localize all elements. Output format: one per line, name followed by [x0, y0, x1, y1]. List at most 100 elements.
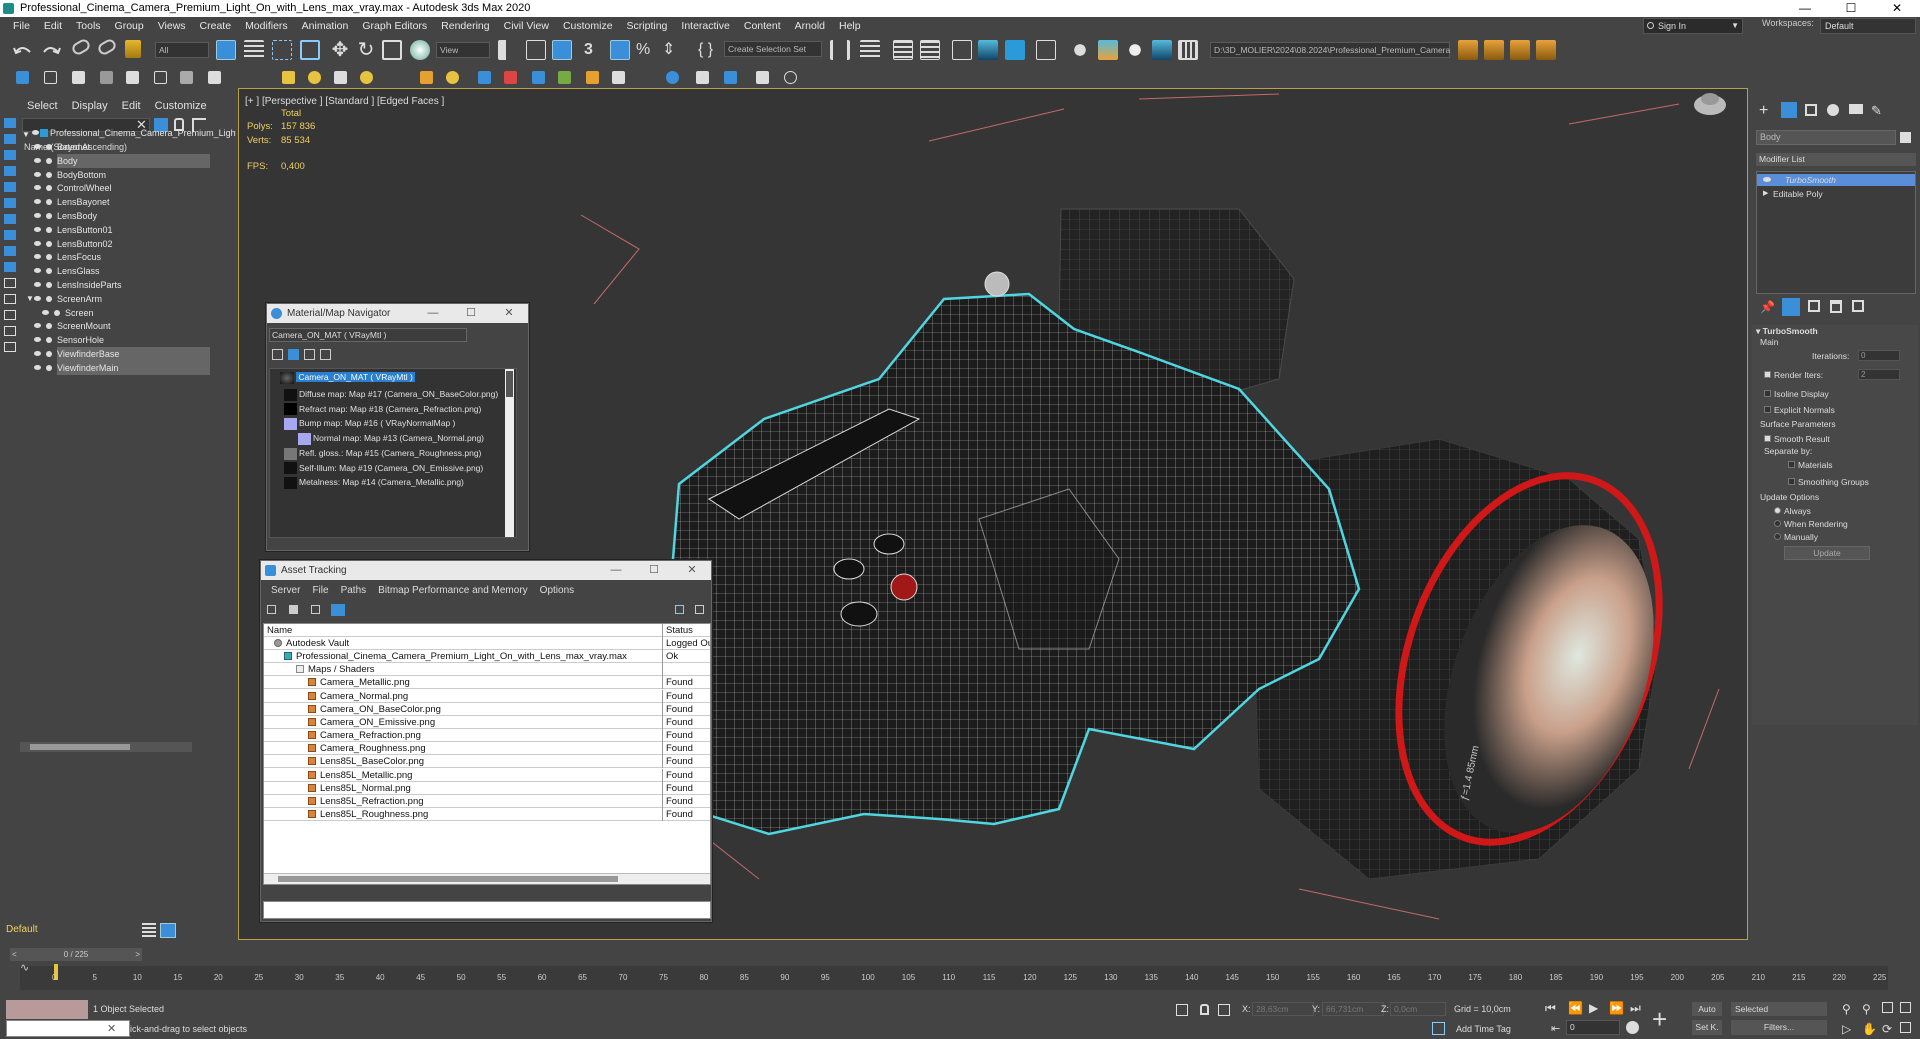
select-object-icon[interactable]: [216, 40, 236, 60]
scene-object-row[interactable]: ScreenMount: [20, 319, 238, 333]
toolbar2-icon-2[interactable]: [44, 71, 57, 84]
material-navigator-maximize[interactable]: ☐: [452, 304, 490, 323]
visibility-eye-icon[interactable]: [34, 157, 41, 163]
undo-redo-icons[interactable]: [12, 42, 72, 62]
visibility-eye-icon[interactable]: [34, 199, 41, 205]
material-scrollbar-thumb[interactable]: [506, 371, 513, 397]
menu-customize[interactable]: Customize: [556, 20, 620, 32]
window-crossing-icon[interactable]: [300, 40, 320, 60]
display-cameras-icon[interactable]: [4, 182, 16, 192]
modifier-eye-icon[interactable]: [1763, 177, 1771, 182]
visibility-eye-icon[interactable]: [34, 323, 41, 329]
visibility-eye-icon[interactable]: [34, 282, 41, 287]
smooth-result-checkbox[interactable]: [1764, 435, 1771, 442]
isolate-selection-icon[interactable]: [1176, 1004, 1188, 1016]
scene-scrollbar[interactable]: [20, 742, 192, 752]
visibility-eye-icon[interactable]: [34, 171, 41, 177]
key-mode-icon[interactable]: ⇤: [1551, 1022, 1560, 1035]
display-invert-icon[interactable]: [4, 294, 16, 304]
display-xrefs-icon[interactable]: [4, 246, 16, 256]
object-name-field[interactable]: Body: [1756, 130, 1896, 145]
asset-toolbar-icon-3[interactable]: [311, 605, 320, 614]
asset-path-field[interactable]: [263, 901, 711, 919]
key-filters-button[interactable]: Filters...: [1731, 1020, 1827, 1035]
maximize-viewport-icon[interactable]: [1900, 1022, 1911, 1033]
menu-views[interactable]: Views: [151, 20, 193, 32]
workspaces-dropdown[interactable]: Default: [1820, 18, 1916, 34]
percent-snap-icon[interactable]: %: [636, 40, 656, 60]
toolbar2-icon-6[interactable]: [154, 71, 167, 84]
unlink-icon[interactable]: [96, 37, 118, 57]
visibility-eye-icon[interactable]: [34, 351, 41, 356]
maximize-button[interactable]: ☐: [1828, 0, 1874, 17]
scene-object-row[interactable]: LensBody: [20, 209, 238, 223]
pivot-center-icon[interactable]: [498, 40, 518, 60]
reference-coordinate-dropdown[interactable]: View: [436, 42, 490, 58]
project-path-dropdown[interactable]: D:\3D_MOLIER\2024\08.2024\Professional_P…: [1210, 42, 1450, 58]
toolbar2-icon-19[interactable]: [586, 71, 599, 84]
scene-object-row[interactable]: LensButton01: [20, 223, 238, 237]
tab-select[interactable]: Select: [20, 100, 65, 112]
scene-object-row[interactable]: ▼ ScreenArm: [20, 292, 238, 306]
toolbar2-icon-13[interactable]: [420, 71, 433, 84]
scene-object-row[interactable]: Screen: [20, 306, 238, 320]
scene-object-row[interactable]: ViewfinderBase: [20, 347, 238, 361]
display-groups-icon[interactable]: [4, 230, 16, 240]
tab-customize[interactable]: Customize: [148, 100, 214, 112]
view-large-icons-icon[interactable]: [320, 349, 331, 360]
prev-key-icon[interactable]: ⏪: [1568, 1001, 1583, 1015]
material-editor-icon[interactable]: [1036, 40, 1056, 60]
render-production-icon[interactable]: [1125, 40, 1145, 60]
render-frame-grid-icon[interactable]: [1178, 40, 1198, 60]
zoom-extents-all-icon[interactable]: [1900, 1002, 1911, 1013]
project-folder-icon[interactable]: [1458, 40, 1478, 60]
zoom-icon[interactable]: ⚲: [1842, 1002, 1851, 1016]
asset-tracking-maximize[interactable]: ☐: [635, 561, 673, 580]
zoom-all-icon[interactable]: ⚲: [1862, 1002, 1871, 1016]
select-manipulate-icon[interactable]: [526, 40, 546, 60]
snaps-toggle-icon[interactable]: 3: [584, 40, 604, 60]
asset-row[interactable]: Lens85L_Refraction.png Found: [264, 794, 710, 808]
view-list-icons-icon[interactable]: [288, 349, 299, 360]
material-map-row[interactable]: Metalness: Map #14 (Camera_Metallic.png): [284, 474, 464, 491]
iterations-spinner[interactable]: 0: [1858, 350, 1900, 361]
toolbar2-icon-20[interactable]: [612, 71, 625, 84]
mirror-icon[interactable]: [830, 40, 850, 60]
scale-icon[interactable]: [382, 40, 402, 60]
asset-row[interactable]: Autodesk Vault Logged Ou: [264, 637, 710, 650]
asset-toolbar-icon-4[interactable]: [331, 604, 345, 616]
utilities-tab-icon[interactable]: ✎: [1871, 103, 1882, 119]
visibility-eye-icon[interactable]: [34, 364, 41, 370]
menu-graph-editors[interactable]: Graph Editors: [355, 20, 434, 32]
asset-row[interactable]: Lens85L_BaseColor.png Found: [264, 755, 710, 769]
menu-animation[interactable]: Animation: [295, 20, 356, 32]
menu-create[interactable]: Create: [193, 20, 239, 32]
layers-icon[interactable]: [142, 923, 156, 937]
display-tab-icon[interactable]: [1849, 104, 1863, 114]
render-setup-icon[interactable]: [1070, 40, 1090, 60]
material-navigator-close[interactable]: ✕: [490, 304, 528, 323]
viewport-label[interactable]: [+ ] [Perspective ] [Standard ] [Edged F…: [245, 96, 444, 107]
scene-root-row[interactable]: ▼ Professional_Cinema_Camera_Premium_Lig…: [20, 126, 238, 140]
pin-stack-icon[interactable]: 📌: [1760, 300, 1775, 314]
toolbar2-icon-17[interactable]: [532, 71, 545, 84]
material-name-field[interactable]: Camera_ON_MAT ( VRayMtl ): [269, 328, 467, 342]
remove-modifier-icon[interactable]: [1830, 300, 1842, 313]
layer-name[interactable]: Default: [6, 924, 38, 935]
materials-checkbox[interactable]: [1788, 461, 1795, 468]
asset-row[interactable]: Camera_ON_Emissive.png Found: [264, 715, 710, 729]
isoline-checkbox[interactable]: [1764, 390, 1771, 397]
go-to-end-icon[interactable]: ⏭: [1630, 1001, 1641, 1016]
scene-object-row[interactable]: LensFocus: [20, 250, 238, 264]
toolbar2-icon-9[interactable]: [282, 71, 295, 84]
rect-selection-icon[interactable]: [272, 40, 292, 60]
asset-menu-bitmap-performance[interactable]: Bitmap Performance and Memory: [372, 585, 534, 596]
scene-explorer-toggle-icon[interactable]: [893, 40, 913, 60]
asset-help-icon[interactable]: [675, 605, 684, 614]
auto-key-button[interactable]: Auto: [1692, 1002, 1722, 1016]
key-filter-dropdown[interactable]: Selected: [1731, 1002, 1827, 1016]
toolbar2-icon-3[interactable]: [72, 71, 85, 84]
add-time-tag[interactable]: Add Time Tag: [1456, 1024, 1511, 1034]
visibility-eye-icon[interactable]: [34, 213, 41, 218]
manually-radio[interactable]: [1774, 533, 1781, 540]
